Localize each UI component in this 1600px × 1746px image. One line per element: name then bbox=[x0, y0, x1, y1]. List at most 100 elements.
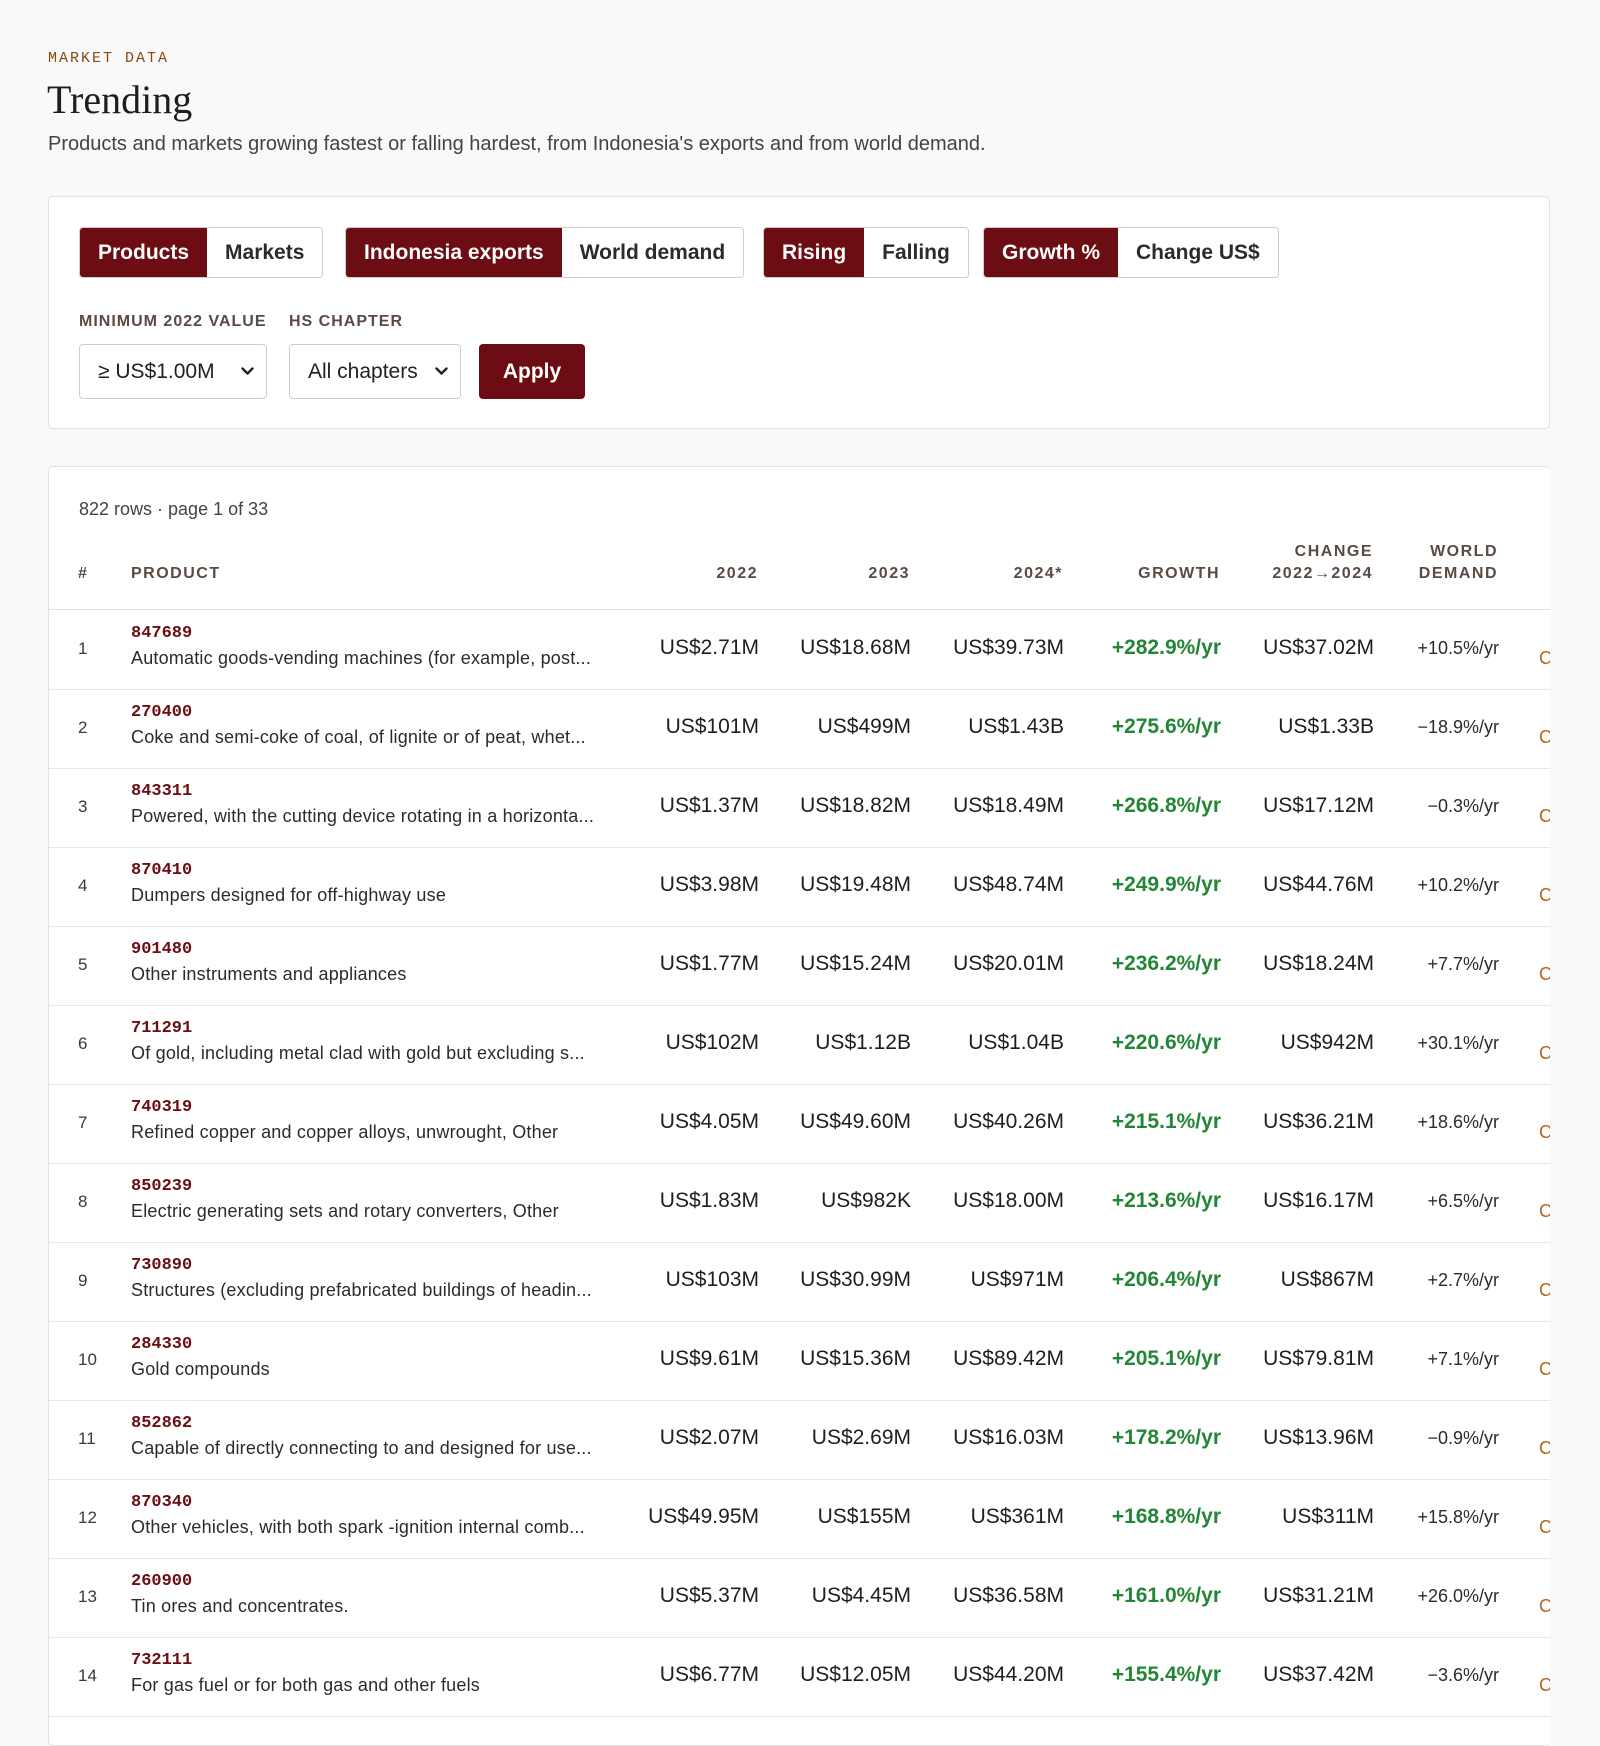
header-change-line1: CHANGE bbox=[1294, 543, 1373, 560]
table-row[interactable]: 5 901480 Other instruments and appliances U… bbox=[49, 926, 1550, 1006]
table-row[interactable]: 4 870410 Dumpers designed for off-highway … bbox=[49, 847, 1550, 927]
world-demand-value: +2.7%/yr bbox=[1427, 1270, 1499, 1290]
product-name: Electric generating sets and rotary conv… bbox=[131, 1201, 559, 1221]
growth-value: +161.0%/yr bbox=[1111, 1584, 1221, 1607]
toggle-indonesia-exports[interactable]: Indonesia exports bbox=[346, 228, 562, 277]
row-action-link[interactable]: C bbox=[1539, 727, 1550, 748]
change-value: US$18.24M bbox=[1263, 952, 1374, 975]
value-2023: US$30.99M bbox=[800, 1268, 911, 1291]
row-action-link[interactable]: C bbox=[1539, 1438, 1550, 1459]
table-row[interactable]: 11 852862 Capable of directly connecting t… bbox=[49, 1400, 1550, 1480]
row-rank: 7 bbox=[78, 1113, 88, 1132]
value-2023: US$4.45M bbox=[811, 1584, 911, 1607]
row-action-link[interactable]: C bbox=[1539, 1517, 1550, 1538]
row-rank: 9 bbox=[78, 1271, 88, 1290]
change-value: US$31.21M bbox=[1263, 1584, 1374, 1607]
header-2023[interactable]: 2023 bbox=[868, 563, 910, 585]
header-product: PRODUCT bbox=[131, 565, 221, 582]
product-code[interactable]: 847689 bbox=[131, 624, 192, 643]
product-code[interactable]: 901480 bbox=[131, 940, 192, 959]
product-code[interactable]: 730890 bbox=[131, 1256, 192, 1275]
table-row[interactable]: 9 730890 Structures (excluding prefabricat… bbox=[49, 1242, 1550, 1322]
table-row[interactable]: 3 843311 Powered, with the cutting device … bbox=[49, 768, 1550, 848]
world-demand-value: +30.1%/yr bbox=[1417, 1033, 1499, 1053]
table-row[interactable]: 6 711291 Of gold, including metal clad wit… bbox=[49, 1005, 1550, 1085]
row-rank: 1 bbox=[78, 639, 88, 658]
table-row[interactable]: 14 732111 For gas fuel or for both gas and… bbox=[49, 1637, 1550, 1717]
value-2022: US$2.71M bbox=[659, 636, 759, 659]
product-code[interactable]: 270400 bbox=[131, 703, 192, 722]
value-2024: US$16.03M bbox=[953, 1426, 1064, 1449]
hs-chapter-label: HS CHAPTER bbox=[289, 313, 404, 330]
world-demand-value: −3.6%/yr bbox=[1427, 1665, 1499, 1685]
table-row[interactable]: 2 270400 Coke and semi-coke of coal, of li… bbox=[49, 689, 1550, 769]
row-action-link[interactable]: C bbox=[1539, 964, 1550, 985]
value-2024: US$1.04B bbox=[968, 1031, 1064, 1054]
table-row[interactable]: 10 284330 Gold compounds US$9.61M US$15.36M U… bbox=[49, 1321, 1550, 1401]
product-code[interactable]: 843311 bbox=[131, 782, 192, 801]
product-code[interactable]: 852862 bbox=[131, 1414, 192, 1433]
value-2022: US$49.95M bbox=[648, 1505, 759, 1528]
toggle-world-demand[interactable]: World demand bbox=[561, 228, 744, 277]
row-action-link[interactable]: C bbox=[1539, 1280, 1550, 1301]
row-action-link[interactable]: C bbox=[1539, 806, 1550, 827]
row-action-link[interactable]: C bbox=[1539, 1675, 1550, 1696]
table-row[interactable]: 1 847689 Automatic goods-vending machines … bbox=[49, 610, 1550, 690]
value-2024: US$18.00M bbox=[953, 1189, 1064, 1212]
header-2022[interactable]: 2022 bbox=[716, 563, 758, 585]
toggle-change-usd[interactable]: Change US$ bbox=[1118, 228, 1278, 277]
product-code[interactable]: 870340 bbox=[131, 1493, 192, 1512]
header-2024[interactable]: 2024* bbox=[1014, 563, 1063, 585]
row-rank: 3 bbox=[78, 797, 88, 816]
row-action-link[interactable]: C bbox=[1539, 885, 1550, 906]
row-action-link[interactable]: C bbox=[1539, 1359, 1550, 1380]
value-2023: US$2.69M bbox=[811, 1426, 911, 1449]
table-row[interactable]: 8 850239 Electric generating sets and rota… bbox=[49, 1163, 1550, 1243]
product-name: Other instruments and appliances bbox=[131, 964, 407, 984]
row-action-link[interactable]: C bbox=[1539, 1043, 1550, 1064]
row-action-link[interactable]: C bbox=[1539, 648, 1550, 669]
product-name: Structures (excluding prefabricated buil… bbox=[131, 1280, 592, 1300]
toggle-markets[interactable]: Markets bbox=[207, 228, 323, 277]
row-rank: 2 bbox=[78, 718, 88, 737]
toggle-falling[interactable]: Falling bbox=[864, 228, 968, 277]
product-code[interactable]: 284330 bbox=[131, 1335, 192, 1354]
product-code[interactable]: 260900 bbox=[131, 1572, 192, 1591]
product-code[interactable]: 711291 bbox=[131, 1019, 192, 1038]
header-growth[interactable]: GROWTH bbox=[1138, 563, 1220, 585]
product-name: Gold compounds bbox=[131, 1359, 270, 1379]
product-code[interactable]: 740319 bbox=[131, 1098, 192, 1117]
header-rank: # bbox=[78, 565, 89, 582]
apply-button[interactable]: Apply bbox=[479, 344, 585, 399]
value-2022: US$4.05M bbox=[659, 1110, 759, 1133]
row-action-link[interactable]: C bbox=[1539, 1122, 1550, 1143]
value-2023: US$1.12B bbox=[815, 1031, 911, 1054]
toggle-products[interactable]: Products bbox=[80, 228, 208, 277]
min-value-select[interactable]: ≥ US$1.00M bbox=[79, 344, 267, 399]
header-change-line2: 2022→2024 bbox=[1272, 565, 1373, 582]
value-2022: US$1.83M bbox=[659, 1189, 759, 1212]
growth-value: +205.1%/yr bbox=[1111, 1347, 1221, 1370]
product-code[interactable]: 870410 bbox=[131, 861, 192, 880]
min-value-label: MINIMUM 2022 VALUE bbox=[79, 313, 267, 330]
table-row[interactable]: 12 870340 Other vehicles, with both spark … bbox=[49, 1479, 1550, 1559]
results-table: 822 rows · page 1 of 33 # PRODUCT 2022 2… bbox=[48, 466, 1550, 1746]
value-2023: US$12.05M bbox=[800, 1663, 911, 1686]
toggle-rising[interactable]: Rising bbox=[764, 228, 865, 277]
product-code[interactable]: 850239 bbox=[131, 1177, 192, 1196]
header-change[interactable]: CHANGE 2022→2024 bbox=[1272, 541, 1373, 585]
table-row[interactable]: 13 260900 Tin ores and concentrates. US$5.3… bbox=[49, 1558, 1550, 1638]
table-row[interactable]: 7 740319 Refined copper and copper alloys,… bbox=[49, 1084, 1550, 1164]
product-code[interactable]: 732111 bbox=[131, 1651, 192, 1670]
header-world-demand[interactable]: WORLD DEMAND bbox=[1419, 541, 1498, 585]
value-2022: US$101M bbox=[665, 715, 759, 738]
world-demand-value: +18.6%/yr bbox=[1417, 1112, 1499, 1132]
row-action-link[interactable]: C bbox=[1539, 1596, 1550, 1617]
toggle-growth-percent[interactable]: Growth % bbox=[984, 228, 1118, 277]
value-2023: US$15.36M bbox=[800, 1347, 911, 1370]
hs-chapter-select[interactable]: All chapters bbox=[289, 344, 461, 399]
world-demand-value: +10.2%/yr bbox=[1417, 875, 1499, 895]
page-subtitle: Products and markets growing fastest or … bbox=[48, 133, 986, 155]
row-action-link[interactable]: C bbox=[1539, 1201, 1550, 1222]
value-2024: US$39.73M bbox=[953, 636, 1064, 659]
